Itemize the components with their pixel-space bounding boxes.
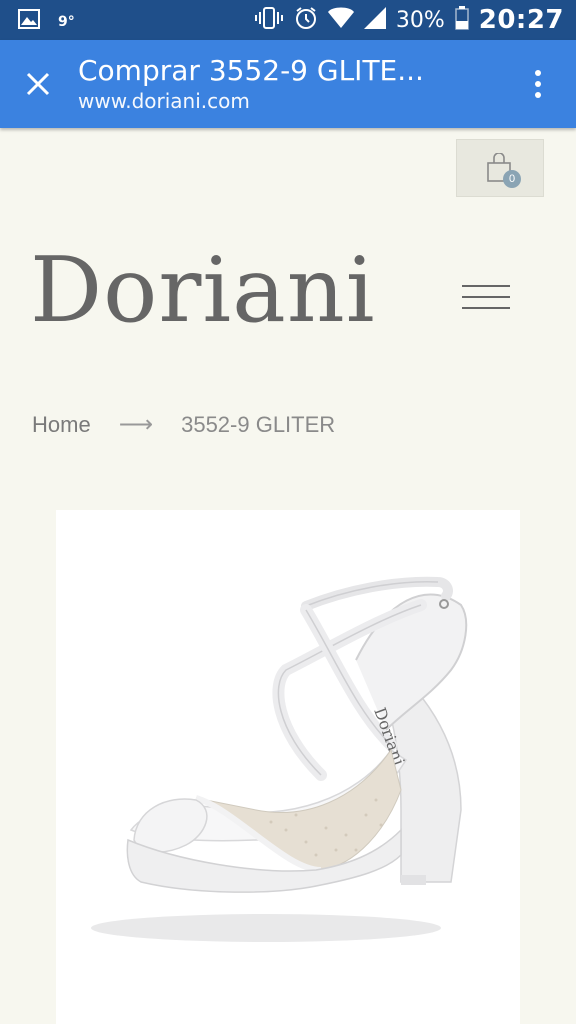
signal-icon: [363, 6, 386, 34]
more-vert-icon: [535, 70, 541, 76]
battery-percentage: 30%: [395, 7, 445, 33]
breadcrumb-home-link[interactable]: Home: [32, 412, 91, 438]
close-icon: [26, 72, 50, 96]
cart-count-badge: 0: [503, 170, 521, 188]
temperature-text: 9°: [58, 13, 75, 30]
more-options-button[interactable]: [522, 66, 554, 102]
breadcrumb-current: 3552-9 GLITER: [181, 411, 336, 437]
product-image: Doriani: [91, 576, 468, 942]
vibrate-icon: [254, 6, 284, 34]
alarm-icon: [294, 6, 318, 35]
status-bar-left: 9°: [18, 9, 75, 34]
product-image-container[interactable]: Doriani: [56, 510, 520, 1024]
status-bar-right: 30% 20:27: [254, 4, 564, 36]
breadcrumb: Home ⟶ 3552-9 GLITER: [32, 410, 335, 439]
page-url: www.doriani.com: [78, 89, 250, 113]
wifi-icon: [327, 7, 354, 34]
page-title: Comprar 3552-9 GLITE...: [78, 54, 424, 87]
brand-logo[interactable]: Doriani: [30, 236, 376, 346]
status-bar: 9° 30% 20:27: [0, 0, 576, 40]
close-tab-button[interactable]: [18, 64, 58, 104]
breadcrumb-separator: ⟶: [118, 411, 154, 438]
toolbar-titles: Comprar 3552-9 GLITE... www.doriani.com: [78, 54, 498, 114]
clock-time: 20:27: [478, 5, 564, 35]
cart-button[interactable]: [456, 139, 544, 197]
gallery-icon: [18, 9, 40, 34]
battery-icon: [454, 5, 469, 35]
hamburger-menu-icon[interactable]: [462, 282, 510, 312]
browser-toolbar: Comprar 3552-9 GLITE... www.doriani.com: [0, 40, 576, 128]
